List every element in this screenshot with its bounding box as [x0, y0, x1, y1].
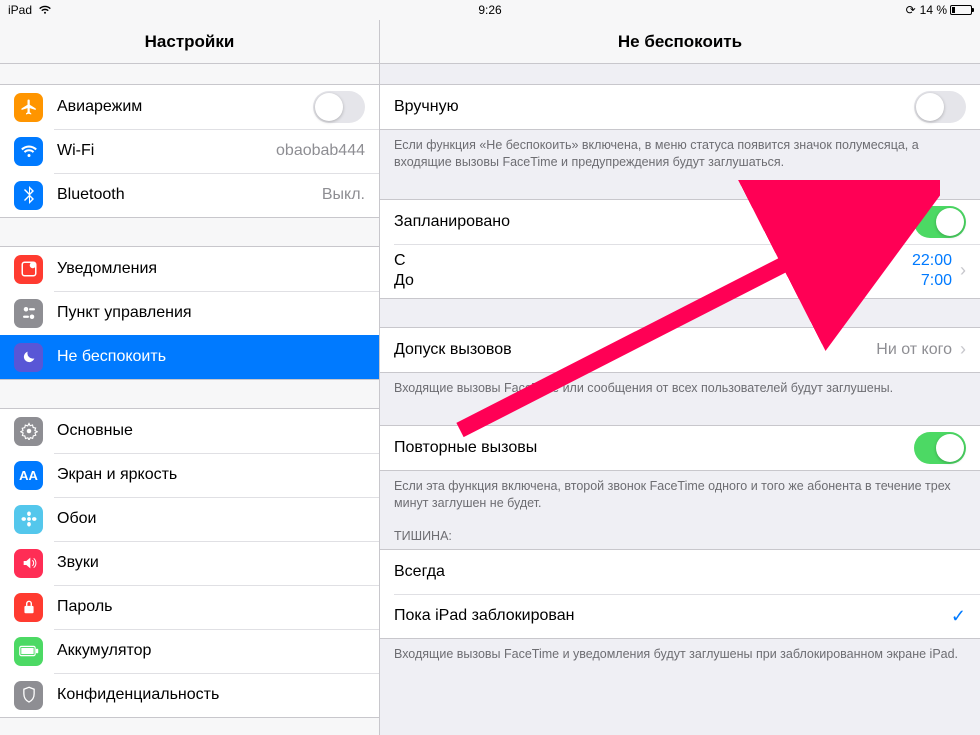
allow-calls-value: Ни от кого [876, 341, 952, 359]
sidebar-item-airplane[interactable]: Авиарежим [0, 85, 379, 129]
silence-option-label: Всегда [394, 563, 966, 581]
sidebar-item-label: Аккумулятор [57, 642, 365, 660]
sidebar-item-label: Не беспокоить [57, 348, 365, 366]
sound-icon [14, 549, 43, 578]
dnd-detail: Не беспокоить Вручную Если функция «Не б… [380, 20, 980, 735]
sidebar-item-battery[interactable]: Аккумулятор [0, 629, 379, 673]
checkmark-icon: ✓ [951, 606, 966, 627]
battery-icon [950, 5, 972, 15]
repeated-row[interactable]: Повторные вызовы [380, 426, 980, 470]
repeated-footer: Если эта функция включена, второй звонок… [380, 471, 980, 512]
bluetooth-value: Выкл. [322, 186, 365, 204]
control-center-icon [14, 299, 43, 328]
sidebar-item-label: Обои [57, 510, 365, 528]
manual-label: Вручную [394, 98, 914, 116]
sidebar-item-label: Пароль [57, 598, 365, 616]
repeated-switch[interactable] [914, 432, 966, 464]
sidebar-item-wallpaper[interactable]: Обои [0, 497, 379, 541]
airplane-switch[interactable] [313, 91, 365, 123]
sidebar-item-label: Bluetooth [57, 186, 322, 204]
sidebar-item-label: Экран и яркость [57, 466, 365, 484]
repeated-label: Повторные вызовы [394, 439, 914, 457]
scheduled-switch[interactable] [914, 206, 966, 238]
sidebar-item-label: Авиарежим [57, 98, 313, 116]
to-time: 7:00 [921, 272, 952, 290]
allow-calls-label: Допуск вызовов [394, 341, 876, 359]
sidebar-item-dnd[interactable]: Не беспокоить [0, 335, 379, 379]
lock-icon [14, 593, 43, 622]
gear-icon [14, 417, 43, 446]
sidebar-item-control-center[interactable]: Пункт управления [0, 291, 379, 335]
privacy-icon [14, 681, 43, 710]
battery-icon [14, 637, 43, 666]
manual-row[interactable]: Вручную [380, 85, 980, 129]
from-time: 22:00 [912, 252, 952, 270]
display-icon: AA [14, 461, 43, 490]
allow-footer: Входящие вызовы FaceTime или сообщения о… [380, 373, 980, 397]
sidebar-item-label: Пункт управления [57, 304, 365, 322]
sidebar-item-wifi[interactable]: Wi-Fi obaobab444 [0, 129, 379, 173]
sidebar-item-display[interactable]: AA Экран и яркость [0, 453, 379, 497]
sidebar-item-bluetooth[interactable]: Bluetooth Выкл. [0, 173, 379, 217]
scheduled-row[interactable]: Запланировано [380, 200, 980, 244]
clock: 9:26 [478, 3, 501, 17]
silence-always-row[interactable]: Всегда [380, 550, 980, 594]
device-label: iPad [8, 3, 32, 17]
orientation-lock-icon: ⟳ [906, 3, 916, 17]
detail-title: Не беспокоить [380, 20, 980, 64]
sidebar-item-sounds[interactable]: Звуки [0, 541, 379, 585]
sidebar-item-passcode[interactable]: Пароль [0, 585, 379, 629]
sidebar-item-general[interactable]: Основные [0, 409, 379, 453]
airplane-icon [14, 93, 43, 122]
moon-icon [14, 343, 43, 372]
sidebar-title: Настройки [0, 20, 379, 64]
wifi-icon [14, 137, 43, 166]
notifications-icon [14, 255, 43, 284]
silence-footer: Входящие вызовы FaceTime и уведомления б… [380, 639, 980, 683]
battery-percent: 14 % [920, 3, 947, 17]
sidebar-item-label: Wi-Fi [57, 142, 276, 160]
status-bar: iPad 9:26 ⟳ 14 % [0, 0, 980, 20]
sidebar-item-notifications[interactable]: Уведомления [0, 247, 379, 291]
chevron-icon: › [960, 260, 966, 281]
chevron-icon: › [960, 339, 966, 360]
allow-calls-row[interactable]: Допуск вызовов Ни от кого › [380, 328, 980, 372]
sidebar-item-label: Звуки [57, 554, 365, 572]
settings-sidebar: Настройки Авиарежим Wi-Fi [0, 20, 380, 735]
silence-option-label: Пока iPad заблокирован [394, 607, 951, 625]
manual-footer: Если функция «Не беспокоить» включена, в… [380, 130, 980, 171]
bluetooth-icon [14, 181, 43, 210]
sidebar-item-privacy[interactable]: Конфиденциальность [0, 673, 379, 717]
wifi-value: obaobab444 [276, 142, 365, 160]
silence-locked-row[interactable]: Пока iPad заблокирован ✓ [380, 594, 980, 638]
schedule-time-row[interactable]: С До 22:00 7:00 › [380, 244, 980, 298]
to-label: До [394, 272, 414, 290]
silence-header: ТИШИНА: [380, 511, 980, 549]
manual-switch[interactable] [914, 91, 966, 123]
wallpaper-icon [14, 505, 43, 534]
sidebar-item-label: Основные [57, 422, 365, 440]
from-label: С [394, 252, 414, 270]
sidebar-item-label: Конфиденциальность [57, 686, 365, 704]
sidebar-item-label: Уведомления [57, 260, 365, 278]
wifi-icon [38, 5, 52, 15]
scheduled-label: Запланировано [394, 213, 914, 231]
